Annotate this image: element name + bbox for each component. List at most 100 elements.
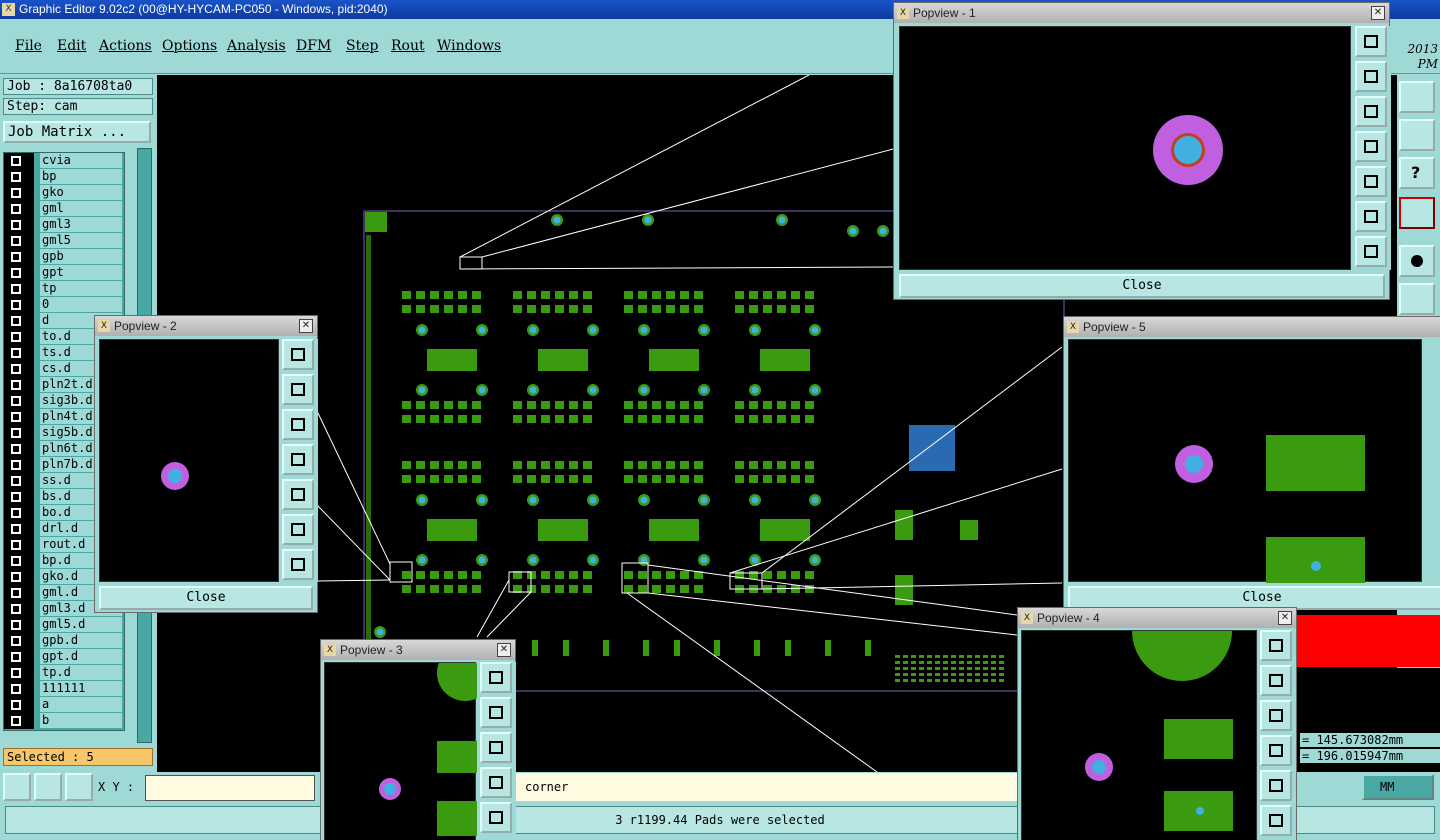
layer-checkbox[interactable] — [4, 377, 34, 393]
layer-checkbox[interactable] — [4, 697, 34, 713]
view-tool-button[interactable] — [1355, 201, 1387, 232]
view-tool-button[interactable] — [1355, 26, 1387, 57]
layer-checkbox[interactable] — [4, 617, 34, 633]
view-tool-button[interactable] — [282, 444, 314, 475]
layer-checkbox[interactable] — [4, 713, 34, 729]
layer-row[interactable]: gml — [4, 201, 124, 217]
layer-checkbox[interactable] — [4, 633, 34, 649]
layer-checkbox[interactable] — [4, 681, 34, 697]
layer-row[interactable]: b — [4, 713, 124, 729]
layer-row[interactable]: gpb.d — [4, 633, 124, 649]
layer-checkbox[interactable] — [4, 601, 34, 617]
layer-row[interactable]: gpt.d — [4, 649, 124, 665]
layer-row[interactable]: gml3 — [4, 217, 124, 233]
layer-checkbox[interactable] — [4, 521, 34, 537]
layer-checkbox[interactable] — [4, 297, 34, 313]
view-tool-button[interactable] — [480, 662, 512, 693]
menu-dfm[interactable]: DFM — [296, 38, 331, 54]
layer-checkbox[interactable] — [4, 569, 34, 585]
popview-2-close-icon[interactable]: ✕ — [299, 319, 313, 333]
menu-windows[interactable]: Windows — [437, 38, 501, 54]
snap-tool-button[interactable] — [1399, 119, 1435, 151]
layer-row[interactable]: cvia — [4, 153, 124, 169]
popview-2-close-button[interactable]: Close — [99, 586, 313, 610]
layer-checkbox[interactable] — [4, 505, 34, 521]
view-tool-button[interactable] — [1355, 166, 1387, 197]
menu-options[interactable]: Options — [162, 38, 217, 54]
view-tool-button[interactable] — [282, 514, 314, 545]
measure-tool-button[interactable] — [1399, 283, 1435, 315]
layer-row[interactable]: 0 — [4, 297, 124, 313]
menu-step[interactable]: Step — [346, 38, 378, 54]
layer-checkbox[interactable] — [4, 553, 34, 569]
view-tool-button[interactable] — [282, 374, 314, 405]
layer-checkbox[interactable] — [4, 233, 34, 249]
layer-row[interactable]: 111111 — [4, 681, 124, 697]
view-tool-button[interactable] — [480, 697, 512, 728]
layer-row[interactable]: tp — [4, 281, 124, 297]
menu-analysis[interactable]: Analysis — [227, 38, 286, 54]
view-tool-button[interactable] — [480, 767, 512, 798]
layer-checkbox[interactable] — [4, 345, 34, 361]
view-tool-button[interactable] — [282, 339, 314, 370]
layer-checkbox[interactable] — [4, 329, 34, 345]
snap-mode-button[interactable] — [3, 773, 31, 801]
layer-checkbox[interactable] — [4, 313, 34, 329]
layer-checkbox[interactable] — [4, 537, 34, 553]
layer-checkbox[interactable] — [4, 425, 34, 441]
popview-3-close-icon[interactable]: ✕ — [497, 643, 511, 657]
layer-checkbox[interactable] — [4, 185, 34, 201]
view-tool-button[interactable] — [1355, 131, 1387, 162]
layout-tool-button[interactable] — [1399, 81, 1435, 113]
layer-checkbox[interactable] — [4, 249, 34, 265]
traffic-light-button[interactable] — [1399, 197, 1435, 229]
layer-checkbox[interactable] — [4, 217, 34, 233]
view-tool-button[interactable] — [1355, 236, 1387, 267]
layer-checkbox[interactable] — [4, 473, 34, 489]
view-tool-button[interactable] — [282, 409, 314, 440]
layer-row[interactable]: gml5.d — [4, 617, 124, 633]
layer-checkbox[interactable] — [4, 585, 34, 601]
xy-input[interactable] — [145, 775, 315, 801]
view-tool-button[interactable] — [1260, 630, 1292, 661]
view-tool-button[interactable] — [1355, 96, 1387, 127]
layer-row[interactable]: gko — [4, 185, 124, 201]
view-tool-button[interactable] — [1260, 665, 1292, 696]
layer-row[interactable]: a — [4, 697, 124, 713]
layer-checkbox[interactable] — [4, 281, 34, 297]
view-tool-button[interactable] — [480, 802, 512, 833]
layer-checkbox[interactable] — [4, 409, 34, 425]
view-tool-button[interactable] — [1260, 805, 1292, 836]
units-select[interactable]: MM — [1362, 774, 1434, 800]
layer-checkbox[interactable] — [4, 201, 34, 217]
view-tool-button[interactable] — [1260, 735, 1292, 766]
layer-checkbox[interactable] — [4, 457, 34, 473]
job-matrix-button[interactable]: Job Matrix ... — [3, 121, 151, 143]
view-tool-button[interactable] — [282, 479, 314, 510]
popview-4-close-icon[interactable]: ✕ — [1278, 611, 1292, 625]
layer-checkbox[interactable] — [4, 393, 34, 409]
view-tool-button[interactable] — [480, 732, 512, 763]
layer-checkbox[interactable] — [4, 153, 34, 169]
menu-file[interactable]: File — [15, 38, 42, 54]
menu-edit[interactable]: Edit — [57, 38, 86, 54]
layer-row[interactable]: bp — [4, 169, 124, 185]
view-tool-button[interactable] — [1260, 770, 1292, 801]
layer-checkbox[interactable] — [4, 649, 34, 665]
layer-checkbox[interactable] — [4, 665, 34, 681]
view-tool-button[interactable] — [282, 549, 314, 580]
pad-tool-button[interactable] — [1399, 245, 1435, 277]
grid-mode-button[interactable] — [65, 773, 93, 801]
layer-checkbox[interactable] — [4, 265, 34, 281]
layer-row[interactable]: gpt — [4, 265, 124, 281]
layer-row[interactable]: gml5 — [4, 233, 124, 249]
layer-row[interactable]: gpb — [4, 249, 124, 265]
view-tool-button[interactable] — [1260, 700, 1292, 731]
layer-row[interactable]: tp.d — [4, 665, 124, 681]
help-button[interactable]: ? — [1399, 157, 1435, 189]
view-tool-button[interactable] — [1355, 61, 1387, 92]
layer-checkbox[interactable] — [4, 169, 34, 185]
layer-checkbox[interactable] — [4, 489, 34, 505]
layer-checkbox[interactable] — [4, 441, 34, 457]
menu-rout[interactable]: Rout — [391, 38, 425, 54]
